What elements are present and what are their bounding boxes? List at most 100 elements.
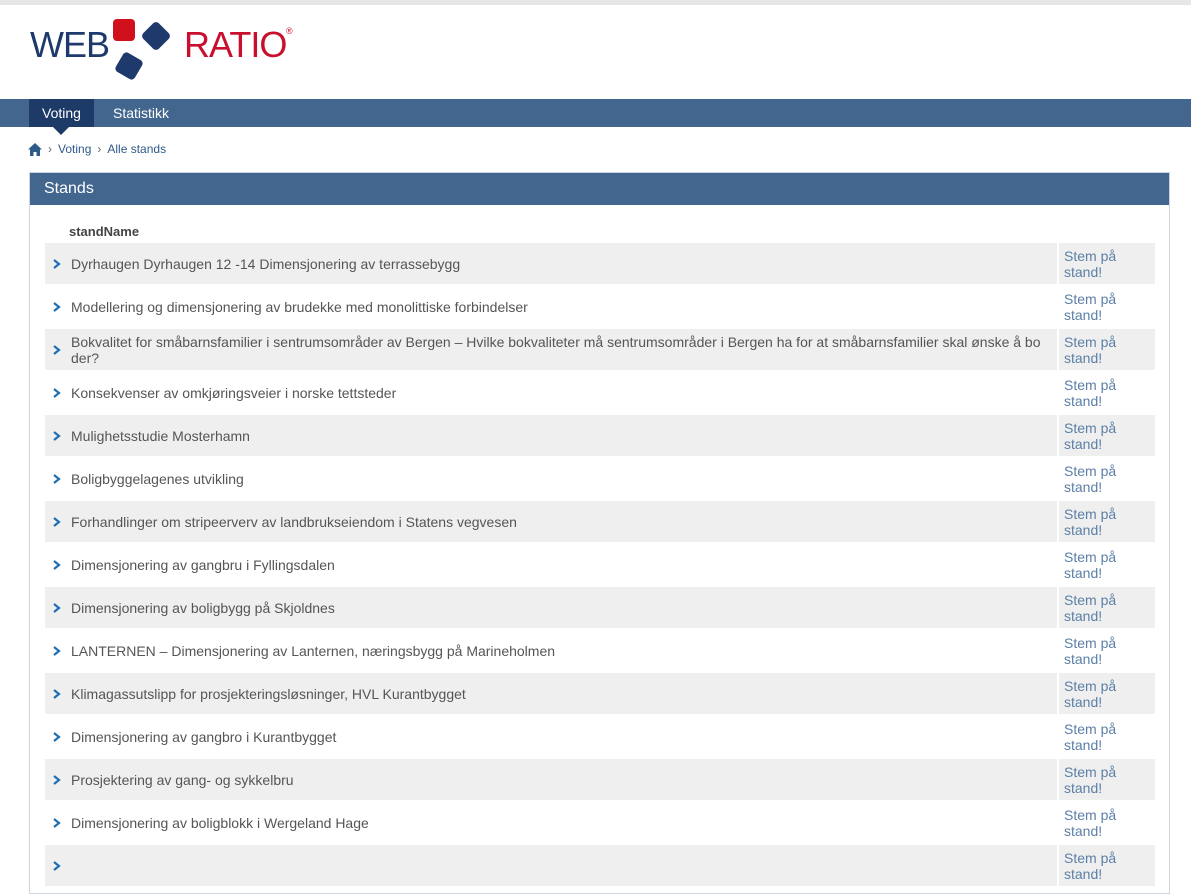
logo-registered-mark: ®: [286, 26, 293, 36]
top-border: [0, 0, 1191, 5]
table-row: Konsekvenser av omkjøringsveier i norske…: [45, 372, 1155, 413]
stand-cell[interactable]: [45, 845, 1057, 886]
breadcrumb-separator: ›: [48, 142, 52, 156]
stand-cell[interactable]: Dimensjonering av boligblokk i Wergeland…: [45, 802, 1057, 843]
breadcrumb-separator: ›: [97, 142, 102, 156]
chevron-right-icon[interactable]: [50, 859, 64, 873]
chevron-right-icon[interactable]: [50, 816, 64, 830]
vote-cell: Stem på stand!: [1059, 630, 1155, 671]
stand-name: Forhandlinger om stripeerverv av landbru…: [71, 513, 517, 530]
vote-stand-link[interactable]: Stem på stand!: [1064, 592, 1155, 624]
main-navbar: Voting Statistikk: [0, 99, 1191, 135]
stand-cell[interactable]: Konsekvenser av omkjøringsveier i norske…: [45, 372, 1057, 413]
vote-cell: Stem på stand!: [1059, 759, 1155, 800]
nav-tab-voting[interactable]: Voting: [29, 99, 94, 135]
vote-stand-link[interactable]: Stem på stand!: [1064, 463, 1155, 495]
vote-stand-link[interactable]: Stem på stand!: [1064, 549, 1155, 581]
stand-cell[interactable]: Boligbyggelagenes utvikling: [45, 458, 1057, 499]
table-row: Dimensjonering av gangbro i Kurantbygget…: [45, 716, 1155, 757]
chevron-right-icon[interactable]: [50, 257, 64, 271]
chevron-right-icon[interactable]: [50, 386, 64, 400]
stand-name: Dimensjonering av gangbru i Fyllingsdale…: [71, 556, 335, 573]
stand-cell[interactable]: Dimensjonering av boligbygg på Skjoldnes: [45, 587, 1057, 628]
stand-name: Mulighetsstudie Mosterhamn: [71, 427, 250, 444]
table-row: Dimensjonering av gangbru i Fyllingsdale…: [45, 544, 1155, 585]
logo-square-blue-2: [113, 50, 145, 82]
breadcrumb-alle-stands-link[interactable]: Alle stands: [107, 142, 166, 156]
chevron-right-icon[interactable]: [50, 472, 64, 486]
stand-name: Dimensjonering av boligbygg på Skjoldnes: [71, 599, 335, 616]
logo-word-ratio: RATIO: [184, 24, 287, 65]
stand-cell[interactable]: Klimagassutslipp for prosjekteringsløsni…: [45, 673, 1057, 714]
chevron-right-icon[interactable]: [50, 558, 64, 572]
stand-cell[interactable]: Dimensjonering av gangbru i Fyllingsdale…: [45, 544, 1057, 585]
stand-cell[interactable]: Bokvalitet for småbarnsfamilier i sentru…: [45, 329, 1057, 370]
stand-name: Dimensjonering av gangbro i Kurantbygget: [71, 728, 337, 745]
chevron-right-icon[interactable]: [50, 515, 64, 529]
chevron-right-icon[interactable]: [50, 773, 64, 787]
stand-cell[interactable]: Dimensjonering av gangbro i Kurantbygget: [45, 716, 1057, 757]
vote-stand-link[interactable]: Stem på stand!: [1064, 420, 1155, 452]
logo-word-web: WEB: [30, 24, 110, 65]
vote-stand-link[interactable]: Stem på stand!: [1064, 635, 1155, 667]
stand-name: LANTERNEN – Dimensjonering av Lanternen,…: [71, 642, 556, 659]
stand-name: Dyrhaugen Dyrhaugen 12 -14 Dimensjonerin…: [71, 255, 461, 272]
stand-name: Dimensjonering av boligblokk i Wergeland…: [71, 814, 369, 831]
vote-stand-link[interactable]: Stem på stand!: [1064, 721, 1155, 753]
vote-stand-link[interactable]: Stem på stand!: [1064, 377, 1155, 409]
table-row: Dimensjonering av boligbygg på Skjoldnes…: [45, 587, 1155, 628]
chevron-right-icon[interactable]: [50, 601, 64, 615]
webratio-logo: WEB RATIO ®: [30, 18, 310, 88]
vote-cell: Stem på stand!: [1059, 802, 1155, 843]
breadcrumb: › Voting › Alle stands: [28, 142, 166, 156]
home-icon[interactable]: [28, 142, 42, 156]
stand-name: Modellering og dimensjonering av brudekk…: [71, 298, 528, 315]
vote-stand-link[interactable]: Stem på stand!: [1064, 506, 1155, 538]
vote-stand-link[interactable]: Stem på stand!: [1064, 248, 1155, 280]
chevron-right-icon[interactable]: [50, 429, 64, 443]
vote-cell: Stem på stand!: [1059, 372, 1155, 413]
vote-stand-link[interactable]: Stem på stand!: [1064, 850, 1155, 882]
vote-cell: Stem på stand!: [1059, 845, 1155, 886]
table-row: Mulighetsstudie Mosterhamn Stem på stand!: [45, 415, 1155, 456]
table-row: LANTERNEN – Dimensjonering av Lanternen,…: [45, 630, 1155, 671]
vote-stand-link[interactable]: Stem på stand!: [1064, 764, 1155, 796]
table-row: Stem på stand!: [45, 845, 1155, 886]
vote-cell: Stem på stand!: [1059, 415, 1155, 456]
logo-square-red: [113, 19, 135, 41]
vote-cell: Stem på stand!: [1059, 673, 1155, 714]
chevron-right-icon[interactable]: [50, 687, 64, 701]
chevron-right-icon[interactable]: [50, 730, 64, 744]
vote-cell: Stem på stand!: [1059, 329, 1155, 370]
vote-stand-link[interactable]: Stem på stand!: [1064, 334, 1155, 366]
table-row: Boligbyggelagenes utvikling Stem på stand…: [45, 458, 1155, 499]
table-row: Dimensjonering av boligblokk i Wergeland…: [45, 802, 1155, 843]
vote-stand-link[interactable]: Stem på stand!: [1064, 807, 1155, 839]
stand-name: Klimagassutslipp for prosjekteringsløsni…: [71, 685, 466, 702]
nav-tab-statistikk[interactable]: Statistikk: [100, 99, 182, 127]
table-row: Prosjektering av gang- og sykkelbru Stem …: [45, 759, 1155, 800]
chevron-right-icon[interactable]: [50, 343, 64, 357]
vote-stand-link[interactable]: Stem på stand!: [1064, 678, 1155, 710]
stand-cell[interactable]: Modellering og dimensjonering av brudekk…: [45, 286, 1057, 327]
stand-cell[interactable]: Prosjektering av gang- og sykkelbru: [45, 759, 1057, 800]
stand-cell[interactable]: LANTERNEN – Dimensjonering av Lanternen,…: [45, 630, 1057, 671]
vote-cell: Stem på stand!: [1059, 243, 1155, 284]
breadcrumb-voting-link[interactable]: Voting: [58, 142, 91, 156]
vote-cell: Stem på stand!: [1059, 501, 1155, 542]
stand-cell[interactable]: Dyrhaugen Dyrhaugen 12 -14 Dimensjonerin…: [45, 243, 1057, 284]
vote-stand-link[interactable]: Stem på stand!: [1064, 291, 1155, 323]
stand-name: Prosjektering av gang- og sykkelbru: [71, 771, 294, 788]
stand-cell[interactable]: Mulighetsstudie Mosterhamn: [45, 415, 1057, 456]
vote-cell: Stem på stand!: [1059, 587, 1155, 628]
chevron-right-icon[interactable]: [50, 300, 64, 314]
stand-name: Bokvalitet for småbarnsfamilier i sentru…: [71, 333, 1041, 366]
chevron-right-icon[interactable]: [50, 644, 64, 658]
column-header-standname[interactable]: standName: [69, 224, 139, 239]
vote-cell: Stem på stand!: [1059, 544, 1155, 585]
stands-panel: Stands standName Dyrhaugen Dyrhaugen 12 …: [29, 172, 1170, 894]
panel-title: Stands: [30, 173, 1169, 205]
stands-table: Dyrhaugen Dyrhaugen 12 -14 Dimensjonerin…: [45, 243, 1155, 888]
stand-cell[interactable]: Forhandlinger om stripeerverv av landbru…: [45, 501, 1057, 542]
stand-name: Konsekvenser av omkjøringsveier i norske…: [71, 384, 397, 401]
